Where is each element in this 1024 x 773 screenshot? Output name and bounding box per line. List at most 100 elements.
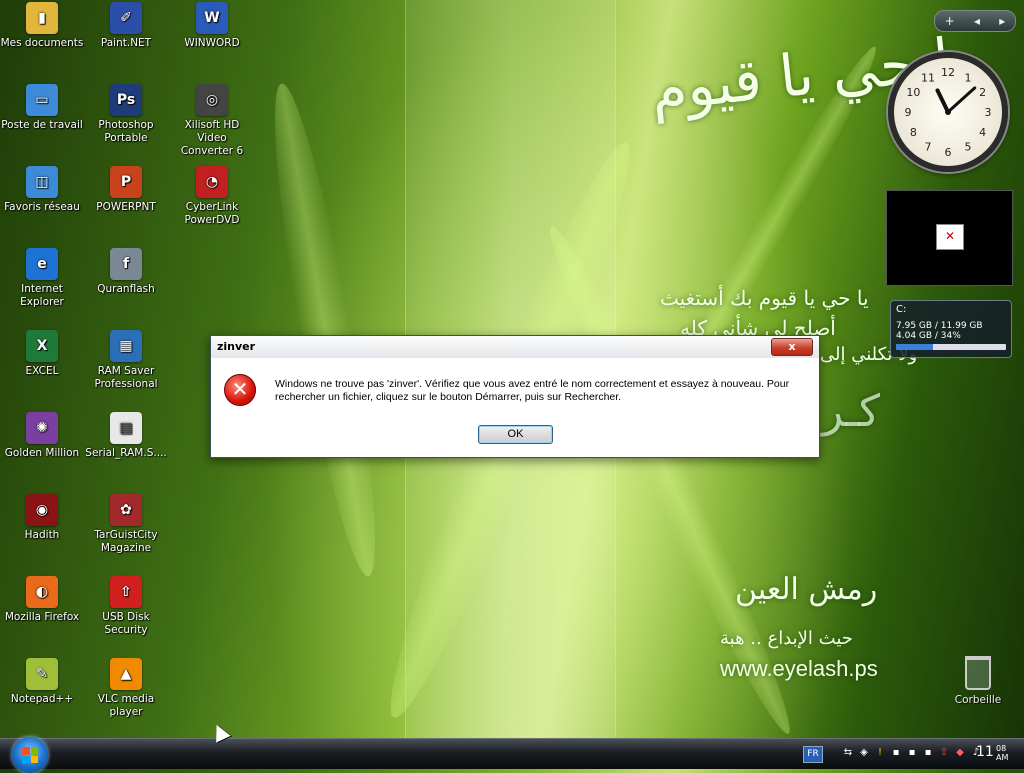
hour-hand <box>935 88 950 114</box>
desktop-icon-label: Paint.NET <box>100 37 152 49</box>
previous-page-button[interactable]: ◂ <box>974 14 980 28</box>
drive-usage-bar <box>896 344 1006 350</box>
clock-numeral: 2 <box>979 86 986 99</box>
system-tray: ⇆ ◈! ▪ ▪ ▪ ⇧ ◆ ♪ <box>842 746 982 760</box>
desktop-icon[interactable]: W WINWORD <box>170 2 254 50</box>
desktop-icon[interactable]: ◎ Xilisoft HD Video Converter 6 <box>170 84 254 158</box>
desktop-icon[interactable]: f Quranflash <box>84 248 168 296</box>
notepad-icon: ✎ <box>26 658 58 690</box>
powerpnt-icon: P <box>110 166 142 198</box>
desktop-icon-label: VLC media player <box>97 693 155 718</box>
internet-explorer-icon: e <box>26 248 58 280</box>
mes-documents-icon: ▮ <box>26 2 58 34</box>
desktop-icon[interactable]: Ps Photoshop Portable <box>84 84 168 145</box>
desktop-icon-label: Mozilla Firefox <box>4 611 80 623</box>
wallpaper-tagline: حيث الإبداع .. هبة <box>720 628 853 649</box>
drive-meter-gadget[interactable]: C: 7.95 GB / 11.99 GB 4.04 GB / 34% <box>890 300 1012 358</box>
app-icon[interactable]: ▪ <box>906 746 918 760</box>
clock-numeral: 12 <box>941 66 955 79</box>
desktop-icon[interactable]: P POWERPNT <box>84 166 168 214</box>
paint-net-icon: ✐ <box>110 2 142 34</box>
desktop-icon[interactable]: X EXCEL <box>0 330 84 378</box>
drive-space-total: 7.95 GB / 11.99 GB <box>896 321 983 331</box>
desktop-icon[interactable]: ▲ VLC media player <box>84 658 168 719</box>
desktop-icon-label: Hadith <box>24 529 60 541</box>
app-icon[interactable]: ▪ <box>890 746 902 760</box>
clock-numeral: 6 <box>945 146 952 159</box>
hadith-icon: ◉ <box>26 494 58 526</box>
next-page-button[interactable]: ▸ <box>999 14 1005 28</box>
sidebar-controls: + ◂ ▸ <box>934 10 1016 32</box>
desktop-icon-label: EXCEL <box>25 365 59 377</box>
desktop-icon-label: POWERPNT <box>96 201 156 213</box>
add-gadget-button[interactable]: + <box>945 14 955 28</box>
network-icon[interactable]: ⇆ <box>842 746 854 760</box>
cyberlink-powerdvd-icon: ◔ <box>196 166 228 198</box>
desktop-icon[interactable]: ✐ Paint.NET <box>84 2 168 50</box>
clock-center <box>945 109 951 115</box>
app-icon[interactable]: ▪ <box>922 746 934 760</box>
clock-minutes: 08 <box>996 744 1007 753</box>
minute-hand <box>946 86 977 114</box>
desktop-icon[interactable]: ✺ Golden Million <box>0 412 84 460</box>
quranflash-icon: f <box>110 248 142 280</box>
drive-usage-fill <box>896 344 934 350</box>
favoris-r-seau-icon: ◫ <box>26 166 58 198</box>
broken-image-icon: ✕ <box>936 224 964 250</box>
ok-button[interactable]: OK <box>478 425 553 444</box>
wallpaper-website: www.eyelash.ps <box>720 656 878 681</box>
drive-space-free: 4.04 GB / 34% <box>896 331 961 341</box>
desktop-icon[interactable]: ◉ Hadith <box>0 494 84 542</box>
excel-icon: X <box>26 330 58 362</box>
desktop-icon-label: RAM Saver Professional <box>94 365 158 390</box>
clock-numeral: 8 <box>910 126 917 139</box>
clock-hour: 11 <box>976 744 994 760</box>
desktop-icon[interactable]: ⇧ USB Disk Security <box>84 576 168 637</box>
desktop-icon-label: Xilisoft HD Video Converter 6 <box>180 119 244 157</box>
language-indicator[interactable]: FR <box>803 746 823 763</box>
clock-gadget[interactable]: 12 1 2 3 4 5 6 7 8 9 10 11 <box>888 52 1008 172</box>
desktop-icon[interactable]: ✎ Notepad++ <box>0 658 84 706</box>
shield-icon[interactable]: ◈ <box>858 746 870 760</box>
security-icon[interactable]: ◆ <box>954 746 966 760</box>
vlc-media-player-icon: ▲ <box>110 658 142 690</box>
desktop-icon[interactable]: ▭ Poste de travail <box>0 84 84 132</box>
photoshop-portable-icon: Ps <box>110 84 142 116</box>
windows-logo-icon <box>22 747 38 763</box>
error-icon: ✕ <box>224 374 256 406</box>
usb-disk-security-icon: ⇧ <box>110 576 142 608</box>
desktop-icon-label: Serial_RAM.S.... <box>85 447 167 459</box>
desktop-icon[interactable]: ◫ Favoris réseau <box>0 166 84 214</box>
clock-numeral: 1 <box>965 71 972 84</box>
desktop-icon-label: Mes documents <box>0 37 84 49</box>
taskbar-clock[interactable]: 11 08 AM <box>976 744 1008 762</box>
desktop-icon[interactable]: ▦ RAM Saver Professional <box>84 330 168 391</box>
desktop-icon[interactable]: ▮ Mes documents <box>0 2 84 50</box>
drive-letter: C: <box>896 304 907 315</box>
desktop-icon-label: Favoris réseau <box>4 201 80 213</box>
dialog-body: ✕ Windows ne trouve pas 'zinver'. Vérifi… <box>211 358 819 457</box>
xilisoft-hd-video-converter-6-icon: ◎ <box>196 84 228 116</box>
error-message: Windows ne trouve pas 'zinver'. Vérifiez… <box>275 378 790 403</box>
desktop-icon[interactable]: ◐ Mozilla Firefox <box>0 576 84 624</box>
recycle-bin[interactable]: Corbeille <box>950 656 1006 706</box>
wallpaper-logo: رمش العين <box>735 572 878 607</box>
desktop-icon[interactable]: ▤ Serial_RAM.S.... <box>84 412 168 460</box>
serial-ram-s-icon: ▤ <box>110 412 142 444</box>
clock-numeral: 11 <box>921 71 935 84</box>
golden-million-icon: ✺ <box>26 412 58 444</box>
clock-numeral: 9 <box>905 106 912 119</box>
desktop-icon[interactable]: e Internet Explorer <box>0 248 84 309</box>
desktop-icon[interactable]: ✿ TarGuistCity Magazine <box>84 494 168 555</box>
targuistcity-magazine-icon: ✿ <box>110 494 142 526</box>
dialog-titlebar[interactable]: zinver x <box>211 336 819 359</box>
desktop-icon-label: Quranflash <box>97 283 155 295</box>
error-dialog: zinver x ✕ Windows ne trouve pas 'zinver… <box>210 335 820 458</box>
clock-numeral: 7 <box>925 141 932 154</box>
usb-icon[interactable]: ⇧ <box>938 746 950 760</box>
alert-icon[interactable]: ! <box>874 746 886 760</box>
close-button[interactable]: x <box>771 338 813 356</box>
clock-minute-ampm: 08 AM <box>996 744 1008 762</box>
desktop-icon-label: WINWORD <box>184 37 240 49</box>
desktop-icon[interactable]: ◔ CyberLink PowerDVD <box>170 166 254 227</box>
